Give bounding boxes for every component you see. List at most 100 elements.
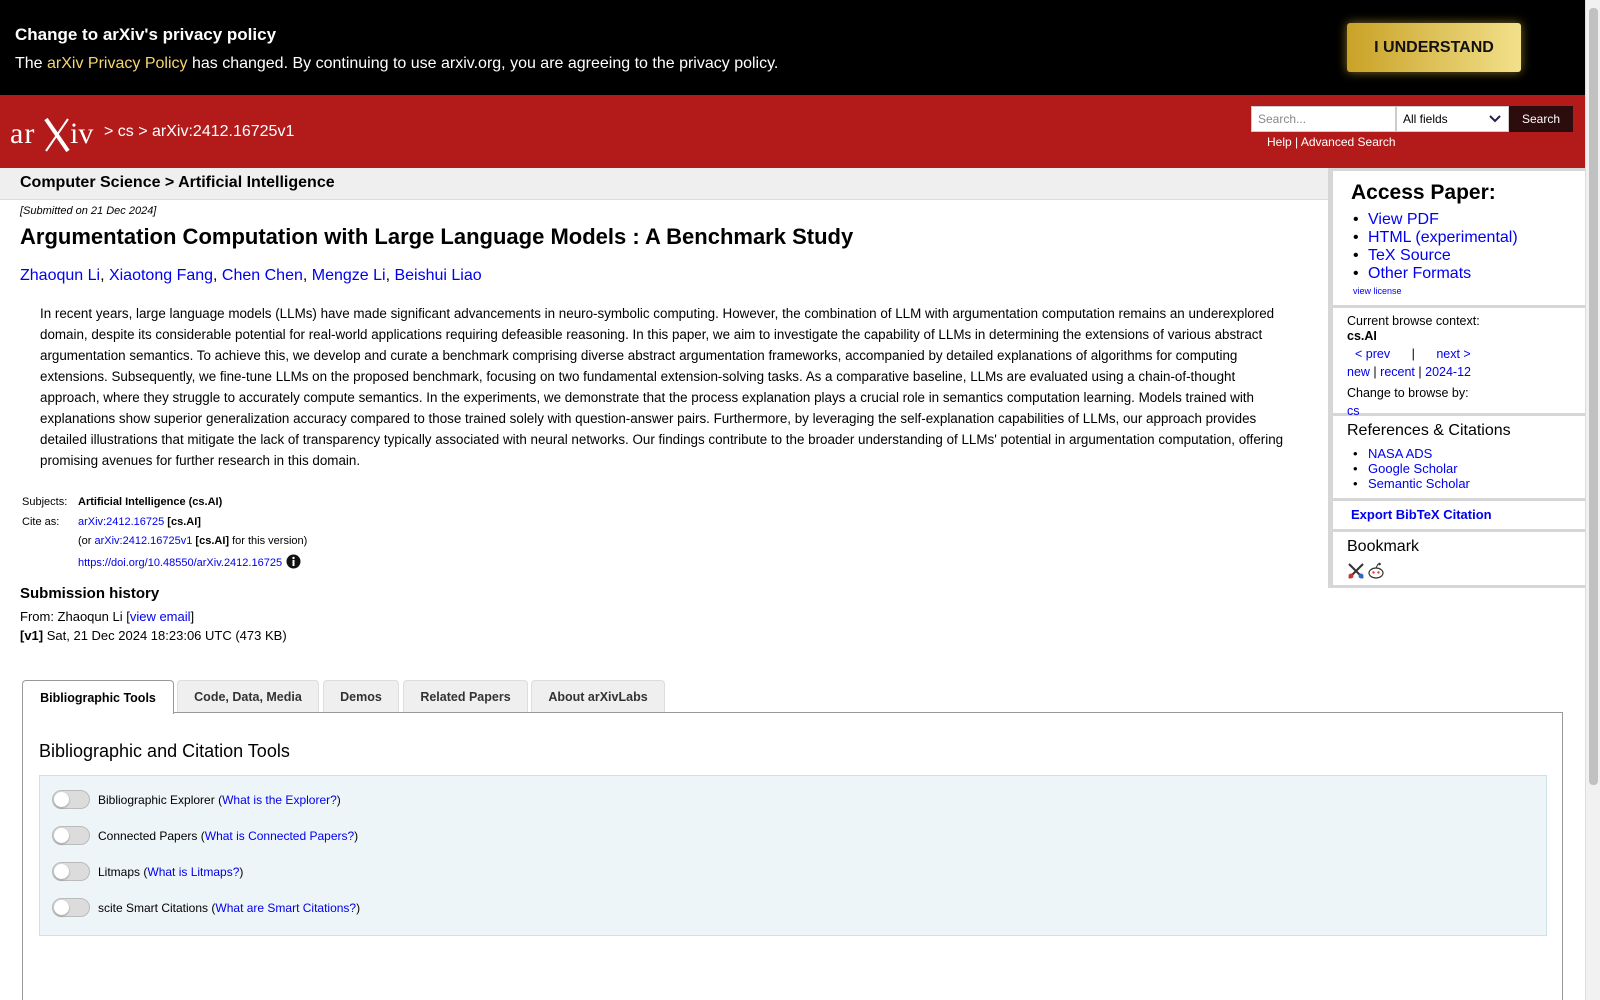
references-box: References & Citations NASA ADS Google S… bbox=[1333, 416, 1585, 498]
bibliographic-tools-panel: Bibliographic and Citation Tools Bibliog… bbox=[22, 712, 1563, 1000]
tab-related-papers[interactable]: Related Papers bbox=[403, 680, 528, 712]
svg-text:iv: iv bbox=[70, 117, 93, 150]
subject-heading[interactable]: Computer Science > Artificial Intelligen… bbox=[20, 174, 335, 192]
connected-papers-toggle[interactable] bbox=[52, 826, 90, 845]
i-understand-button[interactable]: I UNDERSTAND bbox=[1347, 23, 1521, 72]
submission-history-title: Submission history bbox=[20, 585, 160, 602]
site-header: ar iv > cs > arXiv:2412.16725v1 All fiel… bbox=[0, 95, 1585, 168]
view-license-link[interactable]: view license bbox=[1353, 286, 1402, 296]
version-label: [v1] bbox=[20, 628, 44, 643]
scrollbar-thumb[interactable] bbox=[1589, 8, 1598, 785]
privacy-text-after: has changed. By continuing to use arxiv.… bbox=[187, 55, 779, 72]
author-separator: , bbox=[100, 267, 109, 284]
author-separator: , bbox=[302, 267, 312, 284]
new-link[interactable]: new bbox=[1347, 365, 1370, 379]
or-prefix: (or bbox=[78, 535, 95, 547]
google-scholar-link[interactable]: Google Scholar bbox=[1368, 461, 1458, 476]
view-pdf-link[interactable]: View PDF bbox=[1368, 211, 1439, 228]
submission-from: From: Zhaoqun Li [view email] bbox=[20, 609, 194, 624]
scite-toggle[interactable] bbox=[52, 898, 90, 917]
author-list: Zhaoqun Li, Xiaotong Fang, Chen Chen, Me… bbox=[20, 267, 482, 285]
search-field-value: All fields bbox=[1403, 112, 1448, 126]
references-links: NASA ADS Google Scholar Semantic Scholar bbox=[1353, 446, 1470, 491]
arxiv-logo[interactable]: ar iv bbox=[10, 113, 100, 153]
subject-bar: Computer Science > Artificial Intelligen… bbox=[0, 168, 1328, 200]
from-prefix: From: Zhaoqun Li [ bbox=[20, 609, 130, 624]
nasa-ads-link[interactable]: NASA ADS bbox=[1368, 446, 1432, 461]
toggle-knob bbox=[54, 828, 69, 843]
tool-info-link[interactable]: What is Litmaps? bbox=[147, 865, 239, 879]
sidebar: Access Paper: View PDF HTML (experimenta… bbox=[1328, 168, 1585, 588]
tool-row: Litmaps (What is Litmaps?) bbox=[52, 862, 243, 881]
author-link[interactable]: Mengze Li bbox=[312, 267, 386, 284]
recent-link[interactable]: recent bbox=[1380, 365, 1415, 379]
tool-info-link[interactable]: What is the Explorer? bbox=[222, 793, 337, 807]
bibliographic-explorer-toggle[interactable] bbox=[52, 790, 90, 809]
cite-link[interactable]: arXiv:2412.16725 bbox=[78, 516, 164, 528]
subjects-label: Subjects: bbox=[22, 496, 68, 508]
html-experimental-link[interactable]: HTML (experimental) bbox=[1368, 229, 1518, 246]
cite-label: Cite as: bbox=[22, 516, 60, 528]
change-browse-label: Change to browse by: bbox=[1347, 386, 1469, 400]
version-suffix: for this version) bbox=[229, 535, 308, 547]
author-link[interactable]: Beishui Liao bbox=[394, 267, 481, 284]
tool-row: Connected Papers (What is Connected Pape… bbox=[52, 826, 358, 845]
tex-source-link[interactable]: TeX Source bbox=[1368, 247, 1451, 264]
semantic-scholar-link[interactable]: Semantic Scholar bbox=[1368, 476, 1470, 491]
tab-about-arxivlabs[interactable]: About arXivLabs bbox=[531, 680, 665, 712]
separator: | bbox=[1373, 365, 1377, 379]
help-links: Help | Advanced Search bbox=[1267, 135, 1396, 149]
doi-link[interactable]: https://doi.org/10.48550/arXiv.2412.1672… bbox=[78, 557, 282, 569]
browse-context: Current browse context: cs.AI < prev | n… bbox=[1347, 312, 1577, 420]
submitted-date: [Submitted on 21 Dec 2024] bbox=[20, 205, 157, 217]
tab-bibliographic-tools[interactable]: Bibliographic Tools bbox=[22, 680, 174, 714]
reddit-icon[interactable] bbox=[1367, 562, 1385, 580]
export-bibtex-link[interactable]: Export BibTeX Citation bbox=[1351, 507, 1492, 522]
toggle-knob bbox=[54, 792, 69, 807]
version-tag: [cs.AI] bbox=[192, 535, 230, 547]
export-box: Export BibTeX Citation bbox=[1333, 501, 1585, 529]
next-link[interactable]: next > bbox=[1436, 347, 1470, 361]
browse-context-box: Current browse context: cs.AI < prev | n… bbox=[1333, 308, 1585, 418]
tool-row: Bibliographic Explorer (What is the Expl… bbox=[52, 790, 341, 809]
breadcrumb[interactable]: > cs > arXiv:2412.16725v1 bbox=[104, 123, 294, 141]
context-value: cs.AI bbox=[1347, 329, 1377, 343]
tab-demos[interactable]: Demos bbox=[323, 680, 399, 712]
references-title: References & Citations bbox=[1347, 422, 1511, 439]
chevron-down-icon bbox=[1489, 115, 1501, 123]
advanced-search-link[interactable]: Advanced Search bbox=[1301, 135, 1396, 149]
other-formats-link[interactable]: Other Formats bbox=[1368, 265, 1471, 282]
from-suffix: ] bbox=[190, 609, 195, 624]
bookmark-title: Bookmark bbox=[1347, 538, 1420, 555]
search-field-select[interactable]: All fields bbox=[1396, 106, 1509, 132]
tab-code-data-media[interactable]: Code, Data, Media bbox=[177, 680, 319, 712]
help-link[interactable]: Help bbox=[1267, 135, 1292, 149]
tool-info-link[interactable]: What are Smart Citations? bbox=[215, 901, 356, 915]
prev-next-separator: | bbox=[1411, 347, 1415, 361]
tool-info-link[interactable]: What is Connected Papers? bbox=[205, 829, 354, 843]
tool-row: scite Smart Citations (What are Smart Ci… bbox=[52, 898, 360, 917]
version-link[interactable]: arXiv:2412.16725v1 bbox=[95, 535, 193, 547]
bibsonomy-icon[interactable] bbox=[1347, 562, 1365, 580]
info-icon[interactable] bbox=[286, 554, 301, 569]
search-input[interactable] bbox=[1251, 106, 1396, 132]
author-link[interactable]: Chen Chen bbox=[222, 267, 303, 284]
author-link[interactable]: Zhaoqun Li bbox=[20, 267, 100, 284]
search-button[interactable]: Search bbox=[1509, 106, 1573, 132]
litmaps-toggle[interactable] bbox=[52, 862, 90, 881]
privacy-text: The arXiv Privacy Policy has changed. By… bbox=[15, 55, 778, 73]
toggle-knob bbox=[54, 864, 69, 879]
abstract: In recent years, large language models (… bbox=[40, 306, 1284, 468]
cite-tag: [cs.AI] bbox=[164, 516, 201, 528]
author-link[interactable]: Xiaotong Fang bbox=[109, 267, 213, 284]
page-scrollbar[interactable] bbox=[1585, 0, 1600, 1000]
context-label: Current browse context: bbox=[1347, 314, 1480, 328]
toggle-knob bbox=[54, 900, 69, 915]
paper-title: Argumentation Computation with Large Lan… bbox=[20, 224, 854, 249]
prev-link[interactable]: < prev bbox=[1355, 347, 1390, 361]
view-email-link[interactable]: view email bbox=[130, 609, 191, 624]
month-link[interactable]: 2024-12 bbox=[1425, 365, 1471, 379]
privacy-policy-link[interactable]: arXiv Privacy Policy bbox=[47, 55, 187, 72]
help-separator: | bbox=[1291, 135, 1301, 149]
version-entry: [v1] Sat, 21 Dec 2024 18:23:06 UTC (473 … bbox=[20, 628, 287, 643]
